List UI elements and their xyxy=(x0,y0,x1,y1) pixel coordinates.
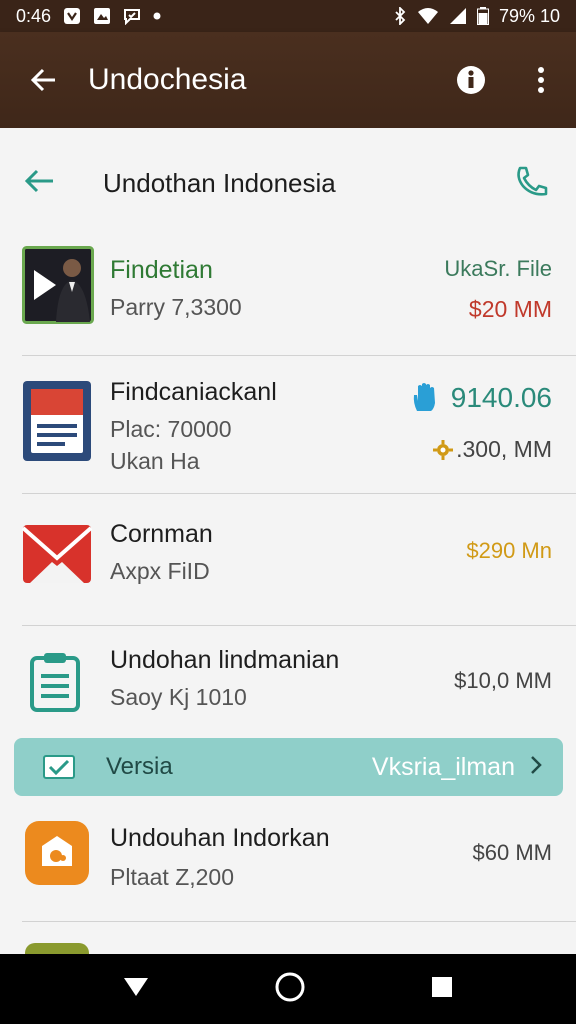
clipboard-thumbnail xyxy=(30,652,80,717)
item-subtitle: Saoy Kj 1010 xyxy=(110,684,247,710)
bluetooth-icon xyxy=(393,7,407,25)
item-price-row: .300, MM xyxy=(432,436,552,463)
overflow-menu-button[interactable] xyxy=(506,65,576,95)
item-subtitle: Parry 7,3300 xyxy=(110,294,242,320)
item-type: UkaSr. File xyxy=(444,256,552,281)
document-thumbnail xyxy=(22,380,92,467)
sub-header-title: Undothan Indonesia xyxy=(103,168,336,198)
app-thumbnail xyxy=(24,820,90,891)
item-amount: 9140.06 xyxy=(450,382,552,413)
item-title: Undouhan Indorkan xyxy=(110,824,330,852)
status-time: 0:46 xyxy=(16,5,52,26)
square-recents-icon xyxy=(432,976,452,997)
status-bar: 0:46 79% 10 xyxy=(0,0,576,32)
list-item[interactable]: Findcaniackanl Plac: 70000 Ukan Ha 9140.… xyxy=(0,356,576,494)
more-vert-icon xyxy=(538,67,544,93)
info-icon xyxy=(457,66,485,94)
wifi-icon xyxy=(417,7,439,25)
signal-icon xyxy=(449,7,467,25)
item-price: $10,0 MM xyxy=(454,668,552,693)
item-amount-row: 9140.06 xyxy=(411,381,552,415)
list-item[interactable]: Findetian Parry 7,3300 UkaSr. File $20 M… xyxy=(0,238,576,356)
list-item[interactable]: Cornman Axpx FiID $290 Mn xyxy=(0,494,576,626)
phone-icon xyxy=(517,166,548,196)
item-subtitle: Pltaat Z,200 xyxy=(110,864,235,890)
circle-home-icon xyxy=(275,972,305,1001)
item-title: Cornman xyxy=(110,520,213,548)
nav-home-button[interactable] xyxy=(274,971,306,1008)
camera-app-icon xyxy=(25,821,89,885)
app-bar: Undochesia xyxy=(0,32,576,128)
triangle-back-icon xyxy=(124,977,148,996)
app-bar-title: Undochesia xyxy=(88,63,247,96)
mail-thumbnail xyxy=(21,524,93,589)
item-price: $60 MM xyxy=(472,840,552,865)
arrow-back-icon xyxy=(30,68,55,92)
item-price: $290 Mn xyxy=(466,538,552,563)
version-banner[interactable]: Versia Vksria_ilman xyxy=(14,738,563,796)
mail-icon xyxy=(21,525,93,583)
app-thumbnail-partial xyxy=(24,942,90,954)
document-icon xyxy=(23,381,91,461)
clipboard-icon xyxy=(30,653,80,712)
chat-notification-icon xyxy=(123,7,141,25)
content-area: Undothan Indonesia Findetian Parry 7,330… xyxy=(0,128,576,954)
item-subtitle: Plac: 70000 xyxy=(110,416,232,442)
system-nav-bar xyxy=(0,954,576,1024)
battery-icon xyxy=(476,7,489,25)
info-button[interactable] xyxy=(436,64,506,96)
sub-back-button[interactable] xyxy=(22,166,56,201)
dot-icon xyxy=(153,12,161,20)
play-video-icon xyxy=(22,246,94,324)
check-box-icon xyxy=(42,754,76,785)
video-thumbnail xyxy=(22,246,94,329)
item-price: $20 MM xyxy=(468,296,552,322)
banner-label: Versia xyxy=(106,753,173,780)
item-price: .300, MM xyxy=(456,436,552,462)
item-subtitle: Axpx FiID xyxy=(110,558,210,584)
item-subtitle-2: Ukan Ha xyxy=(110,448,200,474)
nav-back-button[interactable] xyxy=(122,976,150,1003)
chevron-right-icon xyxy=(529,754,543,781)
arrow-back-icon xyxy=(24,169,53,193)
item-title: Undohan lindmanian xyxy=(110,646,340,674)
item-title: Findetian xyxy=(110,256,213,284)
image-notification-icon xyxy=(93,7,111,25)
list-item[interactable]: Undouhan Indorkan Pltaat Z,200 $60 MM xyxy=(0,796,576,922)
shield-notification-icon xyxy=(63,7,81,25)
battery-text: 79% 10 xyxy=(498,5,560,26)
gear-badge-icon xyxy=(433,439,454,460)
back-button[interactable] xyxy=(0,65,88,95)
list-item[interactable]: Undohan lindmanian Saoy Kj 1010 $10,0 MM xyxy=(0,626,576,738)
banner-value: Vksria_ilman xyxy=(371,752,515,781)
call-button[interactable] xyxy=(512,164,552,205)
item-title: Findcaniackanl xyxy=(110,378,277,406)
list-item-partial[interactable] xyxy=(0,922,576,954)
nav-recents-button[interactable] xyxy=(430,975,454,1004)
sub-header: Undothan Indonesia xyxy=(0,128,576,238)
hand-icon xyxy=(413,383,435,411)
